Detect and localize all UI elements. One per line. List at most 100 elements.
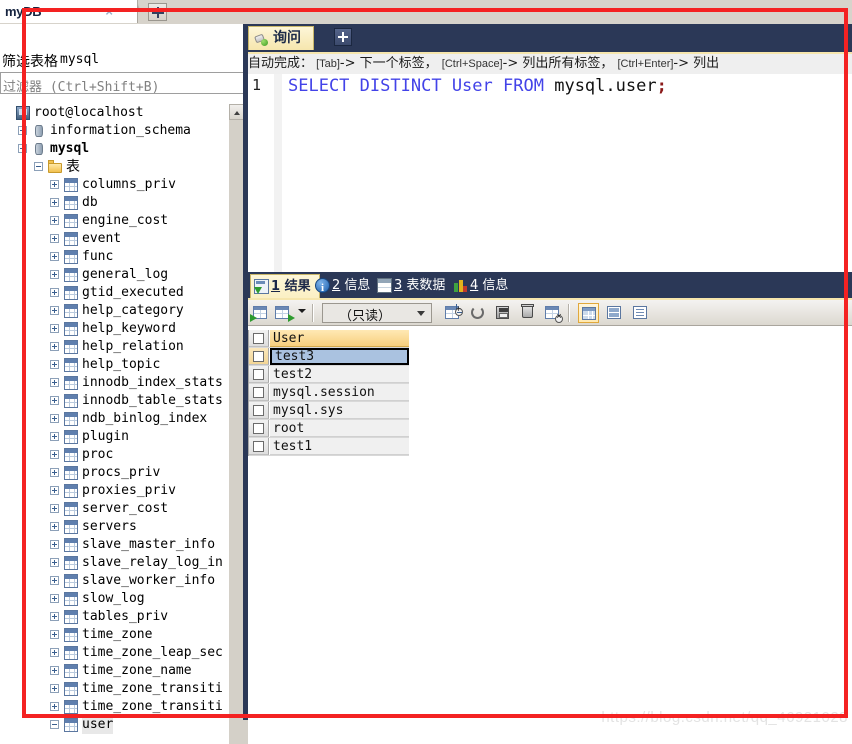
result-tab-4[interactable]: 4 信息 bbox=[450, 274, 516, 298]
row-checkbox[interactable] bbox=[249, 348, 269, 365]
expand-icon[interactable] bbox=[50, 540, 59, 549]
tree-item-help_relation[interactable]: help_relation bbox=[0, 338, 228, 356]
tree-item-slave_worker_info[interactable]: slave_worker_info bbox=[0, 572, 228, 590]
tree-item-ndb_binlog_index[interactable]: ndb_binlog_index bbox=[0, 410, 228, 428]
add-record-button[interactable] bbox=[444, 304, 463, 322]
row-checkbox[interactable] bbox=[249, 384, 269, 401]
expand-icon[interactable] bbox=[50, 648, 59, 657]
cell-user[interactable]: mysql.session bbox=[270, 384, 409, 401]
tree-item-plugin[interactable]: plugin bbox=[0, 428, 228, 446]
expand-icon[interactable] bbox=[50, 558, 59, 567]
table-row[interactable]: test3 bbox=[249, 348, 409, 366]
tree-item-event[interactable]: event bbox=[0, 230, 228, 248]
cell-user[interactable]: mysql.sys bbox=[270, 402, 409, 419]
tree-item-proc[interactable]: proc bbox=[0, 446, 228, 464]
tree-scrollbar[interactable] bbox=[228, 104, 244, 744]
tree-item-func[interactable]: func bbox=[0, 248, 228, 266]
expand-icon[interactable] bbox=[18, 144, 27, 153]
grid-view-button[interactable] bbox=[578, 303, 599, 323]
expand-icon[interactable] bbox=[50, 612, 59, 621]
expand-icon[interactable] bbox=[50, 180, 59, 189]
cell-user[interactable]: test3 bbox=[270, 348, 409, 365]
expand-icon[interactable] bbox=[50, 630, 59, 639]
tree-item-server_cost[interactable]: server_cost bbox=[0, 500, 228, 518]
tree-item-time_zone_transiti[interactable]: time_zone_transiti bbox=[0, 680, 228, 698]
table-row[interactable]: test1 bbox=[249, 438, 409, 456]
filter-input[interactable]: 过滤器 (Ctrl+Shift+B) bbox=[0, 72, 245, 95]
expand-icon[interactable] bbox=[50, 684, 59, 693]
column-header-user[interactable]: User bbox=[270, 330, 409, 347]
expand-icon[interactable] bbox=[50, 702, 59, 711]
tree-item-db[interactable]: db bbox=[0, 194, 228, 212]
tree-item-slow_log[interactable]: slow_log bbox=[0, 590, 228, 608]
expand-icon[interactable] bbox=[50, 288, 59, 297]
cell-user[interactable]: test1 bbox=[270, 438, 409, 455]
tree-item-help_topic[interactable]: help_topic bbox=[0, 356, 228, 374]
edit-mode-select[interactable]: （只读） bbox=[322, 303, 432, 324]
expand-icon[interactable] bbox=[50, 414, 59, 423]
expand-icon[interactable] bbox=[50, 252, 59, 261]
table-row[interactable]: mysql.session bbox=[249, 384, 409, 402]
sql-statement[interactable]: SELECT DISTINCT User FROM mysql.user; bbox=[288, 76, 667, 96]
add-query-tab-button[interactable] bbox=[334, 28, 352, 46]
expand-icon[interactable] bbox=[50, 468, 59, 477]
tree-item-innodb_table_stats[interactable]: innodb_table_stats bbox=[0, 392, 228, 410]
export-wizard-button[interactable] bbox=[274, 304, 295, 322]
table-row[interactable]: test2 bbox=[249, 366, 409, 384]
connection-tab-mydb[interactable]: myDB × bbox=[0, 0, 138, 23]
expand-icon[interactable] bbox=[50, 396, 59, 405]
tree-item-help_category[interactable]: help_category bbox=[0, 302, 228, 320]
object-tree[interactable]: root@localhost information_schema mysql 表 co… bbox=[0, 104, 228, 744]
delete-record-button[interactable] bbox=[519, 304, 537, 322]
expand-icon[interactable] bbox=[50, 432, 59, 441]
expand-icon[interactable] bbox=[50, 522, 59, 531]
expand-icon[interactable] bbox=[50, 594, 59, 603]
expand-icon[interactable] bbox=[50, 306, 59, 315]
tree-item-time_zone_leap_sec[interactable]: time_zone_leap_sec bbox=[0, 644, 228, 662]
row-checkbox[interactable] bbox=[249, 402, 269, 419]
discard-changes-button[interactable] bbox=[544, 304, 563, 323]
expand-icon[interactable] bbox=[50, 576, 59, 585]
tree-item-servers[interactable]: servers bbox=[0, 518, 228, 536]
tree-item-mysql[interactable]: mysql bbox=[0, 140, 228, 158]
tree-item-help_keyword[interactable]: help_keyword bbox=[0, 320, 228, 338]
expand-icon[interactable] bbox=[50, 504, 59, 513]
form-view-button[interactable] bbox=[604, 303, 625, 323]
row-checkbox[interactable] bbox=[249, 366, 269, 383]
tree-item-gtid_executed[interactable]: gtid_executed bbox=[0, 284, 228, 302]
tree-item-slave_relay_log_in[interactable]: slave_relay_log_in bbox=[0, 554, 228, 572]
expand-icon[interactable] bbox=[18, 126, 27, 135]
tree-item-proxies_priv[interactable]: proxies_priv bbox=[0, 482, 228, 500]
expand-icon[interactable] bbox=[50, 216, 59, 225]
row-checkbox[interactable] bbox=[249, 420, 269, 437]
result-tab-1[interactable]: 1 结果 bbox=[250, 274, 320, 298]
tree-item-engine_cost[interactable]: engine_cost bbox=[0, 212, 228, 230]
tree-item-innodb_index_stats[interactable]: innodb_index_stats bbox=[0, 374, 228, 392]
tree-item-time_zone_name[interactable]: time_zone_name bbox=[0, 662, 228, 680]
add-tab-button[interactable] bbox=[148, 3, 167, 21]
cell-user[interactable]: root bbox=[270, 420, 409, 437]
select-all-checkbox[interactable] bbox=[249, 330, 269, 347]
tree-item-procs_priv[interactable]: procs_priv bbox=[0, 464, 228, 482]
expand-icon[interactable] bbox=[50, 198, 59, 207]
expand-icon[interactable] bbox=[50, 450, 59, 459]
collapse-icon[interactable] bbox=[50, 720, 59, 729]
result-grid[interactable]: User test3 test2 mysql.session mysql.sys root… bbox=[248, 330, 409, 456]
tree-item-rootlocalhost[interactable]: root@localhost bbox=[0, 104, 228, 122]
scroll-up-icon[interactable] bbox=[229, 104, 244, 120]
tree-item-columns_priv[interactable]: columns_priv bbox=[0, 176, 228, 194]
refresh-record-button[interactable] bbox=[469, 304, 487, 322]
expand-icon[interactable] bbox=[50, 324, 59, 333]
expand-icon[interactable] bbox=[50, 486, 59, 495]
result-tab-3[interactable]: 3 表数据 bbox=[374, 274, 453, 298]
expand-icon[interactable] bbox=[50, 666, 59, 675]
collapse-icon[interactable] bbox=[34, 162, 43, 171]
table-row[interactable]: mysql.sys bbox=[249, 402, 409, 420]
expand-icon[interactable] bbox=[50, 360, 59, 369]
expand-icon[interactable] bbox=[50, 270, 59, 279]
sql-editor[interactable]: 1 SELECT DISTINCT User FROM mysql.user; bbox=[248, 74, 852, 272]
result-tab-2[interactable]: 2 信息 bbox=[312, 274, 378, 300]
import-wizard-button[interactable] bbox=[250, 304, 270, 322]
tree-item-user[interactable]: user bbox=[0, 716, 228, 734]
tree-item-tables_priv[interactable]: tables_priv bbox=[0, 608, 228, 626]
